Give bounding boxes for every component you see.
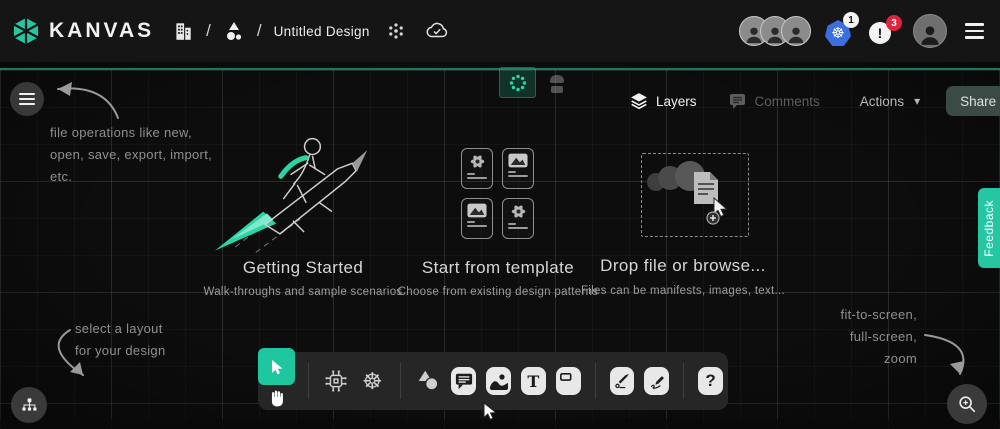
drop-files-icon (642, 154, 748, 235)
template-card-pattern[interactable] (502, 198, 534, 239)
template-card-image[interactable] (502, 148, 534, 189)
alert-count-badge: 3 (886, 15, 902, 31)
chip-icon (323, 368, 349, 394)
comment-tool-button[interactable] (451, 367, 476, 395)
magnifier-icon (957, 394, 977, 414)
annotation-file-operations: file operations like new, open, save, ex… (50, 122, 212, 188)
annotation-select-layout: select a layout for your design (75, 318, 166, 362)
select-tool-button[interactable] (258, 348, 295, 385)
mode-toggle-visualize[interactable] (541, 70, 573, 98)
bottom-edge-strip (0, 419, 1000, 429)
project-shapes-icon[interactable] (223, 20, 245, 42)
design-mode-icon (508, 73, 528, 93)
getting-started-panel[interactable] (205, 128, 405, 258)
chevron-down-icon: ▾ (914, 94, 920, 108)
collab-count-badge: 1 (843, 12, 859, 28)
dropzone-title[interactable]: Drop file or browse... (583, 256, 783, 276)
comments-label: Comments (755, 94, 820, 109)
toolbar-divider (683, 363, 684, 399)
comment-bubble-icon (455, 372, 473, 390)
template-card-image[interactable] (461, 198, 493, 239)
pinwheel-icon (510, 203, 527, 220)
share-label: Share (960, 94, 996, 109)
text-tool-icon: T (527, 372, 539, 391)
actions-dropdown[interactable]: Actions ▾ (860, 94, 920, 109)
pen-tool-button[interactable] (610, 367, 635, 395)
header-menu-icon[interactable] (961, 19, 988, 43)
shapes-icon (415, 368, 441, 394)
feedback-tab[interactable]: Feedback (978, 188, 1000, 268)
organization-icon[interactable] (172, 19, 194, 43)
image-icon (489, 371, 509, 391)
note-tool-button[interactable] (556, 367, 581, 395)
pen-tool-icon (613, 372, 631, 390)
notifications-button[interactable]: ! 3 (869, 16, 899, 46)
kanvas-logo-icon (12, 17, 40, 45)
getting-started-title[interactable]: Getting Started (203, 258, 403, 278)
project-name[interactable]: Untitled Design (274, 24, 370, 39)
rocket-illustration (205, 128, 405, 258)
annotation-view-controls: fit-to-screen, full-screen, zoom (790, 304, 917, 370)
file-dropzone[interactable] (641, 153, 749, 237)
actions-label: Actions (860, 94, 904, 109)
layout-selector-button[interactable] (11, 387, 47, 423)
layers-label: Layers (656, 94, 697, 109)
file-menu-button[interactable] (10, 82, 44, 116)
header-right: ☸ 1 ! 3 (739, 14, 988, 48)
breadcrumb: / / Untitled Design (172, 19, 450, 43)
avatar[interactable] (781, 16, 811, 46)
pencil-scribble-icon (648, 372, 666, 390)
cloud-saved-icon[interactable] (424, 21, 450, 41)
sketch-tool-button[interactable] (644, 367, 669, 395)
mode-toggle-design[interactable] (499, 67, 536, 98)
question-icon: ? (705, 371, 715, 391)
comments-button[interactable]: Comments (729, 92, 820, 110)
templates-panel[interactable] (461, 148, 535, 240)
layers-icon (630, 92, 648, 110)
comments-icon (729, 92, 747, 110)
user-avatar[interactable] (913, 14, 947, 48)
pan-tool-button[interactable] (262, 386, 292, 410)
breadcrumb-separator: / (206, 21, 211, 41)
pinwheel-icon (469, 153, 486, 170)
zoom-controls-button[interactable] (947, 384, 987, 424)
template-card-pattern[interactable] (461, 148, 493, 189)
share-button[interactable]: Share (946, 86, 1000, 116)
topology-icon[interactable] (386, 21, 406, 41)
templates-title[interactable]: Start from template (398, 258, 598, 278)
feedback-label: Feedback (982, 200, 996, 257)
dropzone-subtitle: Files can be manifests, images, text... (568, 285, 798, 297)
tools-toolbar: ☸ T (258, 352, 728, 410)
shapes-tool-button[interactable] (415, 366, 442, 396)
layout-tree-icon (21, 397, 38, 414)
toolbar-divider (595, 363, 596, 399)
toolbar-divider (308, 363, 309, 399)
collaborator-avatars[interactable] (739, 16, 811, 46)
breadcrumb-separator: / (257, 21, 262, 41)
note-icon (559, 372, 577, 390)
toolbar-divider (400, 363, 401, 399)
app-window: KANVAS / / Untitled Design (0, 0, 1000, 429)
pointer-tools-group (258, 352, 294, 410)
visualize-mode-icon (550, 75, 564, 83)
image-thumb-icon (508, 153, 528, 168)
image-thumb-icon (467, 203, 487, 218)
image-tool-button[interactable] (486, 367, 511, 395)
kubernetes-tool-button[interactable]: ☸ (359, 366, 386, 396)
canvas-action-bar: Layers Comments Actions ▾ Share (630, 86, 990, 116)
text-tool-button[interactable]: T (521, 367, 546, 395)
cursor-icon (268, 358, 286, 376)
layers-button[interactable]: Layers (630, 92, 697, 110)
top-header: KANVAS / / Untitled Design (0, 0, 1000, 62)
brand[interactable]: KANVAS (12, 17, 154, 45)
help-button[interactable]: ? (698, 367, 723, 395)
collab-env-button[interactable]: ☸ 1 (825, 16, 855, 46)
kubernetes-wheel-icon: ☸ (362, 370, 383, 393)
brand-wordmark: KANVAS (49, 19, 154, 43)
component-tool-button[interactable] (322, 366, 349, 396)
hand-icon (268, 389, 287, 408)
